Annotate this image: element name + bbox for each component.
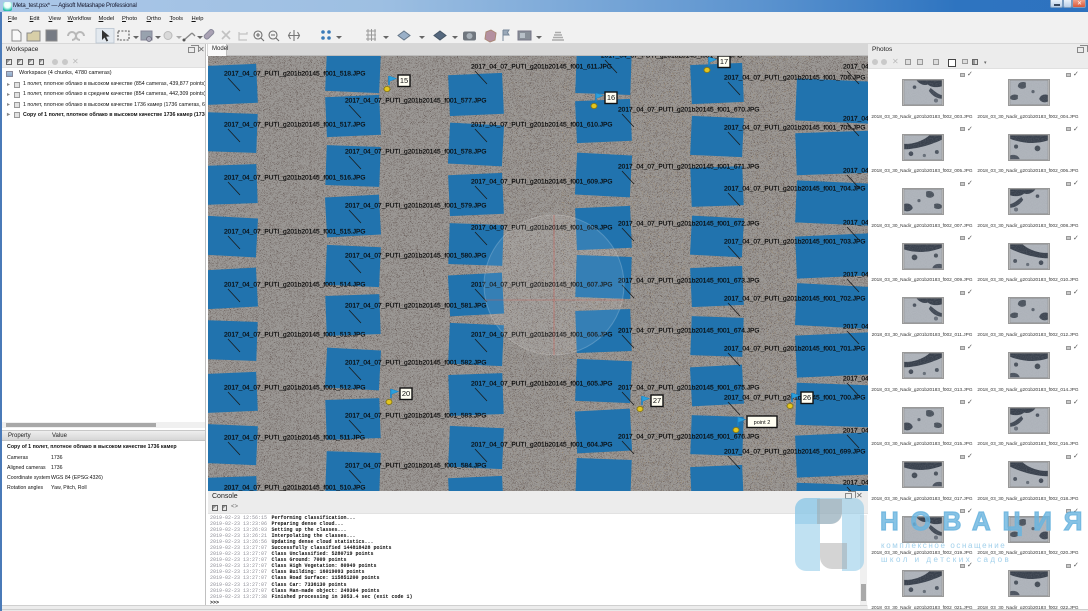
- svg-text:2017_04_07_PUTI_g201b20145_f00: 2017_04_07_PUTI_g201b20145_f001_705.JPG: [724, 125, 866, 132]
- svg-text:2017_04_07_PUTI_g201b20145_f00: 2017_04_07_PUTI_g201b20145_f001_611.JPG: [471, 64, 612, 71]
- svg-text:2017_04_07_PUTI_g201b20145_f00: 2017_04_07_PUTI_g201b20145_f001_676.JPG: [618, 434, 760, 441]
- svg-text:2017_04_07_PUTI_g201b20145_f00: 2017_04_07_PUTI_g201b20145_f001_604.JPG: [471, 442, 613, 449]
- svg-text:2017_04_07_PUTI_g201b20145_f00: 2017_04_07_PUTI_g201b20145_f001_704.JPG: [724, 186, 866, 193]
- svg-text:2017_04_07_PUTI_g201b20145_f00: 2017_04_07_PUTI_g201b20145_f001_583.JPG: [345, 413, 487, 420]
- svg-text:2017_04_07_PUTI_g201b20145_f00: 2017_04_07_PUTI_g201b20145_f001_518.JPG: [224, 71, 366, 78]
- svg-text:2017_04_07_PUTI_g201b20145_f00: 2017_04_07_PUTI_g201b20145_f001_674.JPG: [618, 328, 760, 335]
- svg-text:2017_04_07_PUTI_g201b20145_f00: 2017_04_07_PUTI_g201b20145_f001_609.JPG: [471, 179, 613, 186]
- svg-text:2017_04_07_PUTI_g201b20145_f00: 2017_04_07_PUTI_g201b20145_f001_670.JPG: [618, 107, 760, 114]
- svg-text:2017_04_07_PUTI_g201b20145_f00: 2017_04_07_PUTI_g201b20145_f001_514.JPG: [224, 282, 366, 289]
- svg-text:15: 15: [400, 76, 408, 85]
- svg-text:2017_04_07_PUTI_g201b20145_f00: 2017_04_07_PUTI_g201b20145_f001_579.JPG: [345, 203, 487, 210]
- svg-text:2017_04_07_PUTI_g201b20145_f00: 2017_04_07_PUTI_g201b20145_f001_582.JPG: [345, 360, 487, 367]
- svg-text:2017_04_07_PU: 2017_04_07_PU: [843, 480, 868, 487]
- svg-text:point 2: point 2: [754, 420, 771, 426]
- svg-text:2017_04_07_PUTI_g201b20145_f00: 2017_04_07_PUTI_g201b20145_f001_512.JPG: [224, 385, 366, 392]
- svg-text:2017_04_07_PUTI_g201b20145_f00: 2017_04_07_PUTI_g201b20145_f001_515.JPG: [224, 229, 366, 236]
- svg-text:2017_04_07_PUTI_g201b20145_f00: 2017_04_07_PUTI_g201b20145_f001_673.JPG: [618, 278, 760, 285]
- svg-text:2017_04_07_PUTI_g201b20145_f00: 2017_04_07_PUTI_g201b20145_f001_672.JPG: [618, 221, 760, 228]
- svg-text:2017_04_07_PUTI_g201b20145_f00: 2017_04_07_PUTI_g201b20145_f001_580.JPG: [345, 253, 487, 260]
- svg-text:16: 16: [607, 93, 615, 102]
- svg-text:27: 27: [653, 396, 661, 405]
- svg-text:2017_04_07_PUTI_g201b20145_f00: 2017_04_07_PUTI_g201b20145_f001_577.JPG: [345, 98, 487, 105]
- svg-text:2017_04_07_PUTI_g201b20145_f00: 2017_04_07_PUTI_g201b20145_f001_701.JPG: [724, 346, 866, 353]
- svg-text:2017_04_07_PU: 2017_04_07_PU: [843, 376, 868, 383]
- svg-text:2017_04_07_PUTI_g201b20145_f00: 2017_04_07_PUTI_g201b20145_f001_610.JPG: [471, 122, 613, 129]
- svg-text:2017_04_07_PUTI_g201b20145_f00: 2017_04_07_PUTI_g201b20145_f001_675.JPG: [618, 385, 760, 392]
- svg-text:2017_04_07_PUTI_g201b20145_f00: 2017_04_07_PUTI_g201b20145_f001_581.JPG: [345, 303, 487, 310]
- svg-text:17: 17: [720, 57, 728, 66]
- svg-text:2017_04_07_PU: 2017_04_07_PU: [843, 272, 868, 279]
- svg-text:2017_04_07_PU: 2017_04_07_PU: [843, 428, 868, 435]
- svg-text:2017_04_07_PUTI_g201b20145_f00: 2017_04_07_PUTI_g201b20145_f001_584.JPG: [345, 463, 487, 470]
- svg-text:2017_04_07_PUTI_g201b20145_f00: 2017_04_07_PUTI_g201b20145_f001_706.JPG: [724, 75, 866, 82]
- svg-text:2017_04_07_PUTI_g201b20145_f00: 2017_04_07_PUTI_g201b20145_f001_516.JPG: [224, 175, 366, 182]
- svg-text:2017_04_07_PUTI_g201b20145_f00: 2017_04_07_PUTI_g201b20145_f001_513.JPG: [224, 332, 366, 339]
- svg-text:2017_04_07_PUTI_g201b20145_f00: 2017_04_07_PUTI_g201b20145_f001_703.JPG: [724, 239, 866, 246]
- svg-text:2017_04_07_PUTI_g201b20145_f00: 2017_04_07_PUTI_g201b20145_f001_605.JPG: [471, 381, 613, 388]
- svg-text:2017_04_07_PUTI_g201b20145_f00: 2017_04_07_PUTI_g201b20145_f001_702.JPG: [724, 296, 866, 303]
- svg-text:2017_04_07_PUTI_g201b20145_f00: 2017_04_07_PUTI_g201b20145_f001_578.JPG: [345, 149, 487, 156]
- svg-text:2017_04_07_PU: 2017_04_07_PU: [843, 168, 868, 175]
- svg-text:2017_04_07_PU: 2017_04_07_PU: [843, 324, 868, 331]
- svg-text:2017_04_07_PU: 2017_04_07_PU: [843, 64, 868, 71]
- svg-text:2017_04_07_PU: 2017_04_07_PU: [843, 116, 868, 123]
- svg-text:20: 20: [402, 389, 410, 398]
- svg-text:26: 26: [803, 393, 811, 402]
- svg-text:2017_04_07_PUTI_g201b20145_f00: 2017_04_07_PUTI_g201b20145_f001_699.JPG: [724, 449, 866, 456]
- svg-text:2017_04_07_PU: 2017_04_07_PU: [843, 220, 868, 227]
- svg-text:2017_04_07_PUTI_g201b20145_f00: 2017_04_07_PUTI_g201b20145_f001_671.JPG: [618, 164, 760, 171]
- svg-text:2017_04_07_PUTI_g201b20145_f00: 2017_04_07_PUTI_g201b20145_f001_511.JPG: [224, 435, 365, 442]
- svg-text:2017_04_07_PUTI_g201b20145_f00: 2017_04_07_PUTI_g201b20145_f001_517.JPG: [224, 122, 366, 129]
